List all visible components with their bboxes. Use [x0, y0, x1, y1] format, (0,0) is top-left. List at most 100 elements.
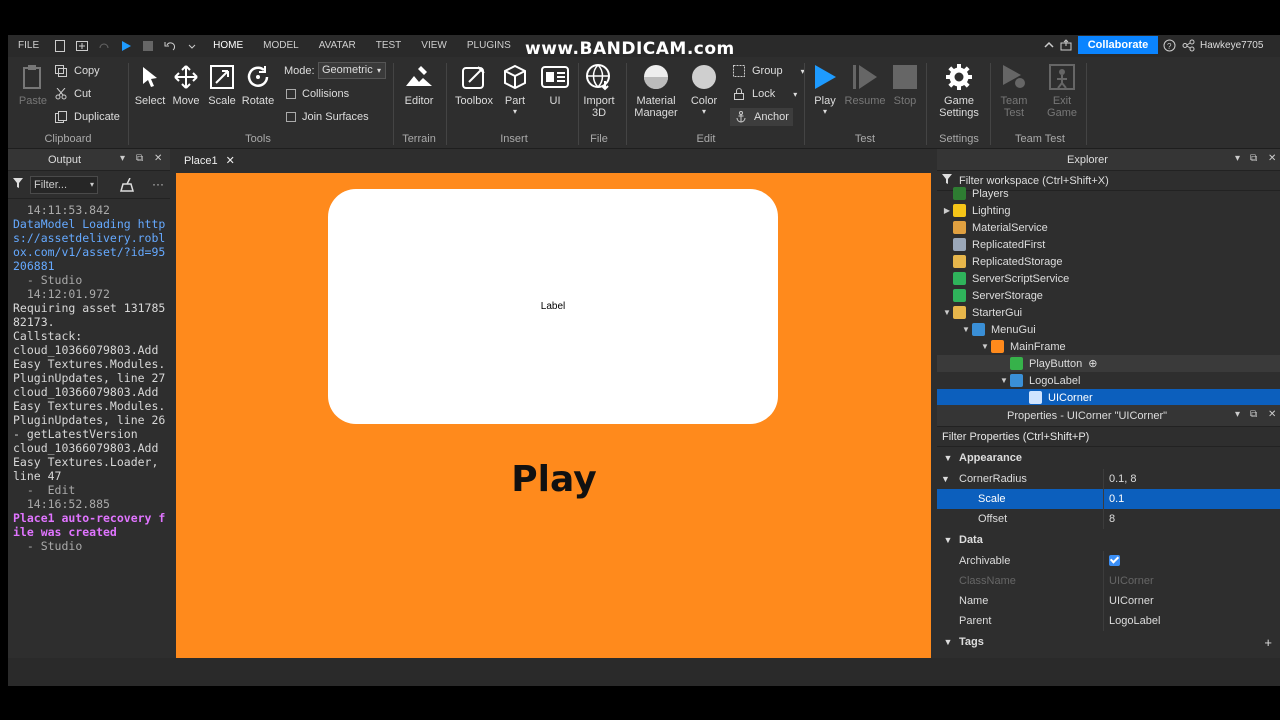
offset-name: Offset: [978, 513, 1008, 525]
ui-button[interactable]: UI: [538, 63, 572, 107]
add-tag-icon[interactable]: +: [1264, 635, 1272, 650]
play-button[interactable]: Play ▾: [810, 63, 840, 116]
explorer-item-serverstorage[interactable]: ServerStorage: [937, 287, 1280, 304]
share-link-icon[interactable]: [1182, 39, 1195, 55]
expanded-arrow-icon[interactable]: ▼: [960, 325, 972, 334]
game-settings-button[interactable]: Game Settings: [938, 63, 980, 119]
scale-button[interactable]: Scale: [206, 63, 238, 107]
tab-home[interactable]: HOME: [203, 35, 253, 57]
clear-output-broom-icon[interactable]: [120, 177, 136, 195]
more-options-icon[interactable]: ···: [152, 177, 164, 191]
properties-filter[interactable]: Filter Properties (Ctrl+Shift+P): [937, 427, 1280, 447]
parent-value[interactable]: LogoLabel: [1103, 611, 1280, 631]
lock-button[interactable]: Lock ▾: [732, 87, 797, 101]
collaborate-button[interactable]: Collaborate: [1078, 36, 1158, 54]
popout-icon[interactable]: ⧉: [1250, 409, 1257, 420]
play-mini-icon[interactable]: [119, 39, 133, 53]
dropdown-chevron-icon[interactable]: [185, 39, 199, 53]
play-button-text[interactable]: Play: [476, 459, 632, 500]
explorer-item-mainframe[interactable]: ▼ MainFrame: [937, 338, 1280, 355]
archivable-value[interactable]: [1103, 551, 1280, 571]
collisions-toggle[interactable]: Collisions: [286, 88, 349, 100]
close-tab-icon[interactable]: ✕: [226, 155, 235, 167]
tags-section[interactable]: ▼ Tags +: [937, 631, 1280, 653]
add-object-icon[interactable]: ⊕: [1088, 357, 1097, 370]
output-filter-dropdown[interactable]: Filter... ▾: [30, 175, 98, 194]
expanded-arrow-icon[interactable]: ▼: [979, 342, 991, 351]
part-button[interactable]: Part ▾: [500, 63, 530, 116]
select-button[interactable]: Select: [134, 63, 166, 107]
appearance-section[interactable]: ▼ Appearance: [937, 447, 1280, 469]
toolbox-button[interactable]: Toolbox: [452, 63, 496, 107]
tab-place1[interactable]: Place1 ✕: [176, 149, 248, 173]
duplicate-button[interactable]: Duplicate: [54, 110, 120, 124]
explorer-item-materialservice[interactable]: MaterialService: [937, 219, 1280, 236]
expanded-arrow-icon[interactable]: ▼: [941, 308, 953, 317]
offset-value[interactable]: 8: [1103, 509, 1280, 529]
chevron-down-icon[interactable]: ▾: [1235, 153, 1240, 164]
popout-icon[interactable]: ⧉: [1250, 153, 1257, 164]
property-parent[interactable]: Parent LogoLabel: [937, 611, 1280, 631]
collapsed-arrow-icon[interactable]: ▶: [941, 206, 953, 215]
data-section[interactable]: ▼ Data: [937, 529, 1280, 551]
color-button[interactable]: Color ▾: [686, 63, 722, 116]
stop-mini-icon[interactable]: [141, 39, 155, 53]
material-manager-button[interactable]: Material Manager: [632, 63, 680, 119]
terrain-editor-button[interactable]: Editor: [400, 63, 438, 107]
import-3d-button[interactable]: Import 3D: [580, 63, 618, 119]
property-cornerradius[interactable]: ▼ CornerRadius 0.1, 8: [937, 469, 1280, 489]
group-button[interactable]: Group ▾: [732, 64, 805, 78]
explorer-item-playbutton[interactable]: PlayButton ⊕: [937, 355, 1280, 372]
explorer-item-replicatedfirst[interactable]: ReplicatedFirst: [937, 236, 1280, 253]
explorer-item-replicatedstorage[interactable]: ReplicatedStorage: [937, 253, 1280, 270]
rotate-button[interactable]: Rotate: [240, 63, 276, 107]
explorer-item-lighting[interactable]: ▶ Lighting: [937, 202, 1280, 219]
explorer-item-menugui[interactable]: ▼ MenuGui: [937, 321, 1280, 338]
username-label[interactable]: Hawkeye7705: [1200, 35, 1263, 57]
property-name[interactable]: Name UICorner: [937, 591, 1280, 611]
open-file-icon[interactable]: [75, 39, 89, 53]
move-button[interactable]: Move: [170, 63, 202, 107]
join-surfaces-toggle[interactable]: Join Surfaces: [286, 111, 369, 123]
filter-funnel-icon[interactable]: [12, 177, 24, 192]
property-scale[interactable]: Scale 0.1: [937, 489, 1280, 509]
scale-value[interactable]: 0.1: [1103, 489, 1280, 509]
expanded-arrow-icon[interactable]: ▼: [998, 376, 1010, 385]
join-surfaces-checkbox[interactable]: [286, 112, 296, 122]
property-archivable[interactable]: Archivable: [937, 551, 1280, 571]
chevron-down-icon[interactable]: ▾: [120, 153, 125, 164]
menu-file[interactable]: FILE: [8, 35, 49, 57]
viewport[interactable]: Label Play: [176, 173, 931, 658]
explorer-item-players[interactable]: Players: [937, 185, 1280, 202]
property-offset[interactable]: Offset 8: [937, 509, 1280, 529]
close-icon[interactable]: ✕: [1268, 153, 1276, 164]
cornerradius-value[interactable]: 0.1, 8: [1103, 469, 1280, 489]
logo-label-frame[interactable]: Label: [328, 189, 778, 424]
collisions-checkbox[interactable]: [286, 89, 296, 99]
close-icon[interactable]: ✕: [154, 153, 162, 164]
collapse-ribbon-icon[interactable]: [1044, 40, 1054, 53]
cut-button[interactable]: Cut: [54, 87, 91, 101]
new-file-icon[interactable]: [53, 39, 67, 53]
materialservice-icon: [953, 221, 966, 234]
explorer-item-serverscriptservice[interactable]: ServerScriptService: [937, 270, 1280, 287]
anchor-button[interactable]: Anchor: [730, 108, 793, 126]
explorer-item-startergui[interactable]: ▼ StarterGui: [937, 304, 1280, 321]
name-value[interactable]: UICorner: [1103, 591, 1280, 611]
copy-button[interactable]: Copy: [54, 64, 100, 78]
chevron-down-icon[interactable]: ▾: [1235, 409, 1240, 420]
undo-icon[interactable]: [163, 39, 177, 53]
close-icon[interactable]: ✕: [1268, 409, 1276, 420]
share-icon[interactable]: [1060, 39, 1072, 54]
tab-view[interactable]: VIEW: [411, 35, 457, 57]
popout-icon[interactable]: ⧉: [136, 153, 143, 164]
tab-model[interactable]: MODEL: [253, 35, 309, 57]
help-icon[interactable]: ?: [1163, 39, 1176, 55]
tab-test[interactable]: TEST: [366, 35, 412, 57]
archivable-checkbox[interactable]: [1109, 555, 1120, 566]
explorer-item-uicorner[interactable]: UICorner: [937, 389, 1280, 406]
tab-avatar[interactable]: AVATAR: [309, 35, 366, 57]
mode-select[interactable]: Geometric ▾: [318, 62, 386, 79]
explorer-item-logolabel[interactable]: ▼ LogoLabel: [937, 372, 1280, 389]
tab-plugins[interactable]: PLUGINS: [457, 35, 521, 57]
